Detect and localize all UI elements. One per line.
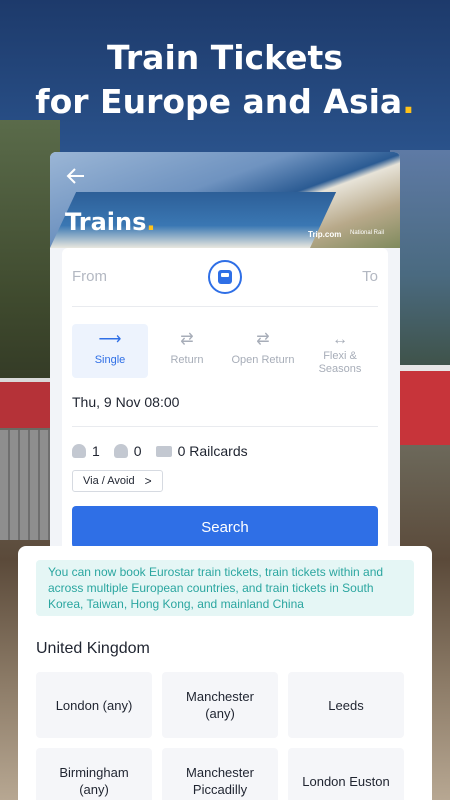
via-avoid-button[interactable]: Via / Avoid > [72,470,163,492]
departure-date[interactable]: Thu, 9 Nov 08:00 [72,394,179,410]
tab-open-return[interactable]: ⇄ Open Return [225,324,301,378]
brand-logo: Trip.com [308,230,342,239]
arrow-left-icon[interactable] [66,166,86,190]
city-option[interactable]: Leeds [288,672,404,738]
railcards[interactable]: 0 Railcards [155,443,248,459]
trip-type-tabs: ⟶ Single ⇄ Return ⇄ Open Return ↔ Flexi … [72,324,378,378]
bottom-sheet: You can now book Eurostar train tickets,… [18,546,432,800]
divider [72,306,378,307]
double-arrow-icon: ⇄ [180,331,194,348]
hero-banner: Trains. Trip.com National Rail [50,152,400,248]
person-icon [72,444,86,458]
search-button[interactable]: Search [72,506,378,548]
train-right-image [398,365,450,445]
tab-return[interactable]: ⇄ Return [149,324,225,378]
tab-single[interactable]: ⟶ Single [72,324,148,378]
booking-card: Trains. Trip.com National Rail From To ⟶… [50,152,400,562]
child-count[interactable]: 0 [113,443,142,459]
arrow-right-icon: ⟶ [98,331,122,348]
city-option[interactable]: Manchester (any) [162,672,278,738]
double-arrow-icon: ⇄ [256,331,270,348]
city-option[interactable]: London (any) [36,672,152,738]
info-notice: You can now book Eurostar train tickets,… [36,560,414,616]
city-option[interactable]: Manchester Piccadilly [162,748,278,800]
divider [72,426,378,427]
bidirectional-arrow-icon: ↔ [332,331,348,348]
headline-line-1: Train Tickets [107,38,343,77]
headline-line-2: for Europe and Asia. [35,82,415,121]
city-option[interactable]: Birmingham (any) [36,748,152,800]
tab-flexi-seasons[interactable]: ↔ Flexi & Seasons [302,324,378,378]
adult-count[interactable]: 1 [72,443,100,459]
headline-dot: . [402,82,415,121]
child-icon [113,444,128,458]
to-field[interactable]: To [362,268,378,285]
partner-logo: National Rail [350,230,385,236]
train-left-image [0,378,55,428]
from-field[interactable]: From [72,268,107,285]
train-icon [218,270,232,284]
title-dot: . [146,208,156,236]
promo-headline: Train Tickets for Europe and Asia. [0,36,450,124]
country-heading: United Kingdom [36,640,150,657]
passenger-selector[interactable]: 1 0 0 Railcards [72,442,262,460]
city-option[interactable]: London Euston [288,748,404,800]
railcard-icon [155,445,172,457]
chevron-right-icon: > [144,474,152,488]
train-swap-icon[interactable] [208,260,242,294]
search-form: From To ⟶ Single ⇄ Return ⇄ Open Return … [62,248,388,562]
page-title: Trains. [65,208,156,236]
